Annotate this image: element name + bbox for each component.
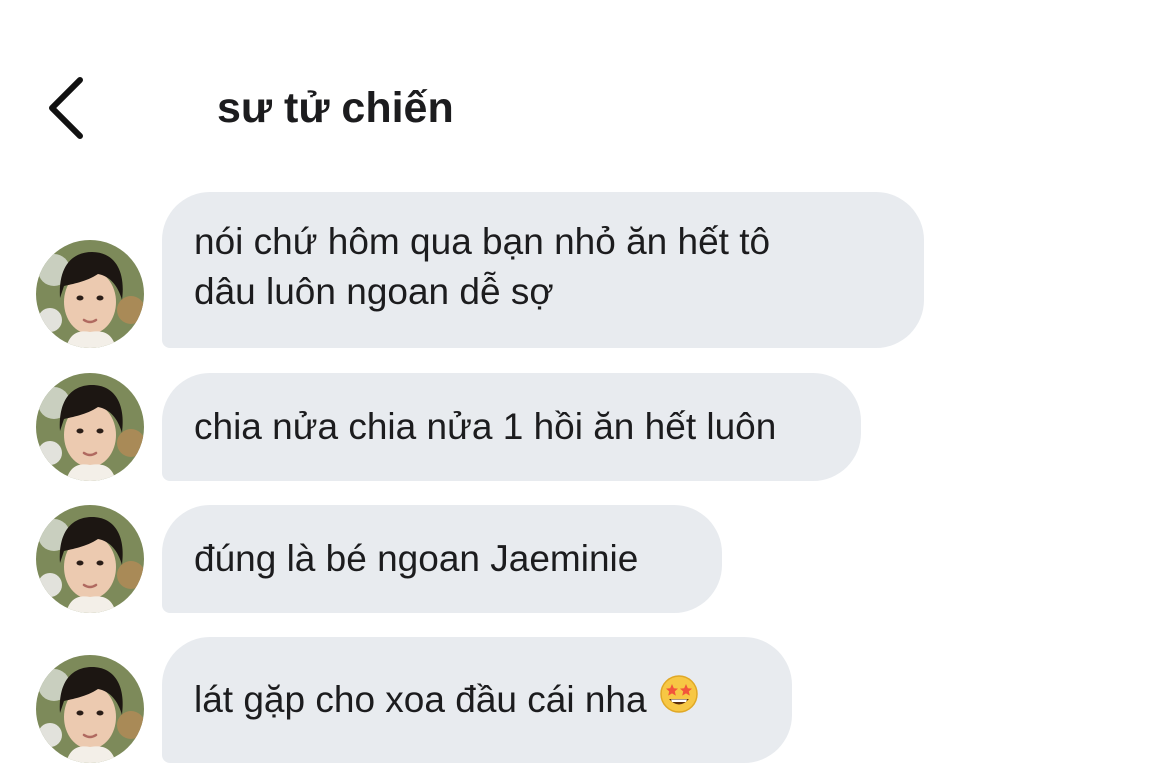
message-bubble[interactable]: đúng là bé ngoan Jaeminie xyxy=(162,505,722,613)
avatar[interactable] xyxy=(36,373,144,481)
message-text: lát gặp cho xoa đầu cái nha xyxy=(194,679,647,720)
message-text: chia nửa chia nửa 1 hồi ăn hết luôn xyxy=(194,406,777,447)
avatar[interactable] xyxy=(36,505,144,613)
back-button[interactable] xyxy=(40,70,96,146)
chevron-left-icon xyxy=(49,77,83,139)
message-text: nói chứ hôm qua bạn nhỏ ăn hết tô dâu lu… xyxy=(194,217,770,317)
chat-title: sư tử chiến xyxy=(217,84,454,132)
message-bubble[interactable]: chia nửa chia nửa 1 hồi ăn hết luôn xyxy=(162,373,861,481)
avatar[interactable] xyxy=(36,240,144,348)
message-bubble[interactable]: lát gặp cho xoa đầu cái nha xyxy=(162,637,792,763)
message-text: đúng là bé ngoan Jaeminie xyxy=(194,538,639,579)
star-struck-emoji-icon xyxy=(659,674,699,727)
avatar-photo xyxy=(36,655,144,763)
message-text-line: dâu luôn ngoan dễ sợ xyxy=(194,271,554,312)
message-bubble[interactable]: nói chứ hôm qua bạn nhỏ ăn hết tô dâu lu… xyxy=(162,192,924,348)
avatar[interactable] xyxy=(36,655,144,763)
message-text-line: nói chứ hôm qua bạn nhỏ ăn hết tô xyxy=(194,221,771,262)
avatar-photo xyxy=(36,505,144,613)
avatar-photo xyxy=(36,240,144,348)
avatar-photo xyxy=(36,373,144,481)
